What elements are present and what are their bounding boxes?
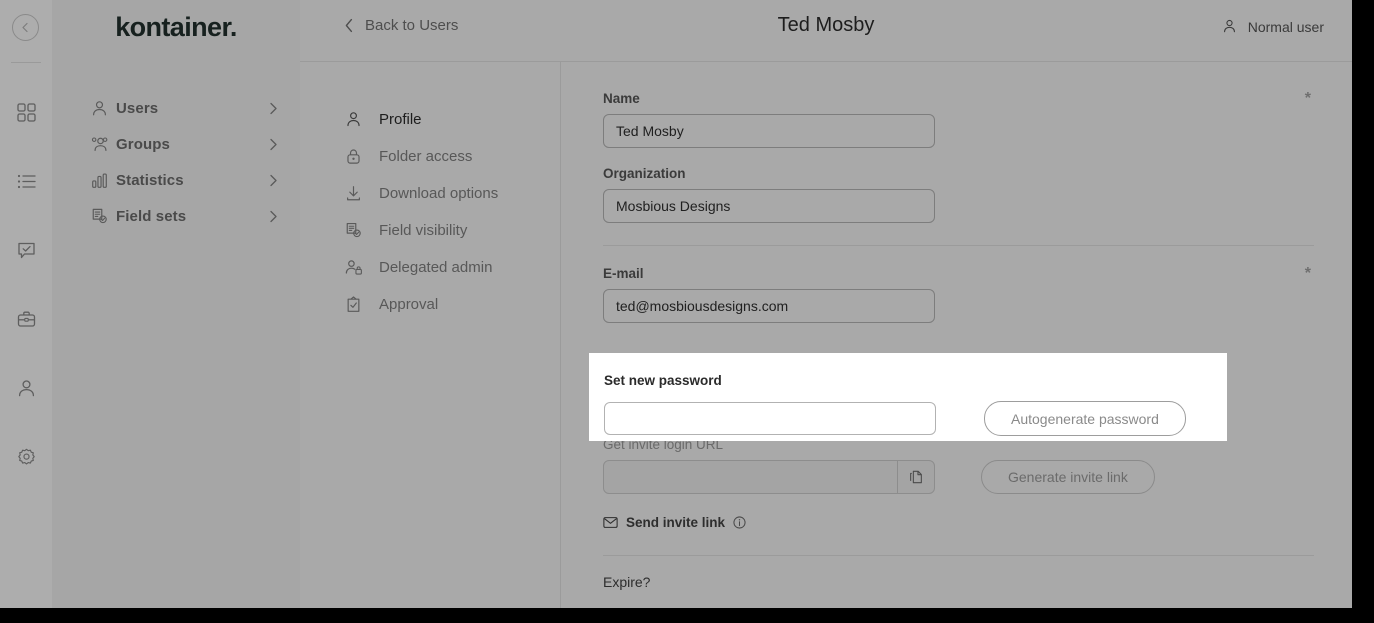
gear-icon — [16, 447, 37, 468]
subnav-item-label: Approval — [379, 296, 438, 313]
brand-logo: kontainer. — [52, 12, 300, 43]
lock-icon — [344, 147, 363, 166]
subnav-item-label: Profile — [379, 111, 422, 128]
subnav-item-label: Field visibility — [379, 222, 467, 239]
document-check-icon — [344, 221, 363, 240]
field-organization: Organization — [603, 166, 1313, 223]
section-divider — [603, 555, 1314, 556]
generate-invite-link-button[interactable]: Generate invite link — [981, 460, 1155, 494]
sidebar-item-label: Field sets — [116, 208, 269, 225]
briefcase-icon — [16, 309, 37, 330]
rail-item-settings[interactable] — [0, 423, 52, 492]
sidebar-item-users[interactable]: Users — [52, 90, 300, 126]
send-invite-link-row[interactable]: Send invite link — [603, 515, 1313, 530]
email-input[interactable] — [603, 289, 935, 323]
set-password-spotlight: Set new password Autogenerate password — [589, 353, 1227, 441]
invite-url-field — [603, 460, 935, 494]
subnav-item-label: Delegated admin — [379, 259, 492, 276]
subnav-item-download-options[interactable]: Download options — [300, 175, 560, 212]
chevron-right-icon — [269, 102, 278, 115]
invite-url-input[interactable] — [604, 461, 897, 493]
required-marker: * — [1305, 269, 1313, 279]
name-input[interactable] — [603, 114, 935, 148]
field-name: Name * — [603, 91, 1313, 148]
send-invite-link-label: Send invite link — [626, 515, 725, 530]
subnav-item-delegated-admin[interactable]: Delegated admin — [300, 249, 560, 286]
profile-form: Name * Organization E-mail * — [561, 61, 1352, 608]
field-label-text: E-mail — [603, 266, 644, 281]
icon-rail — [0, 0, 52, 608]
subnav-item-folder-access[interactable]: Folder access — [300, 138, 560, 175]
section-divider — [603, 245, 1314, 246]
autogenerate-password-button[interactable]: Autogenerate password — [984, 401, 1186, 436]
profile-subnav: Profile Folder access — [300, 61, 561, 608]
field-organization-label: Organization — [603, 166, 1313, 181]
rail-item-dashboard[interactable] — [0, 78, 52, 147]
chevron-right-icon — [269, 210, 278, 223]
download-icon — [344, 184, 363, 203]
app-window: kontainer. Users — [0, 0, 1352, 608]
sidebar-item-label: Groups — [116, 136, 269, 153]
people-icon — [90, 135, 116, 154]
document-check-icon — [90, 207, 116, 226]
subnav-item-label: Download options — [379, 185, 498, 202]
field-label-text: Name — [603, 91, 640, 106]
set-password-row: Autogenerate password — [604, 401, 1227, 436]
sidebar-item-label: Statistics — [116, 172, 269, 189]
field-email: E-mail * — [603, 266, 1313, 323]
invite-section: Get invite login URL Generate — [603, 437, 1313, 530]
invite-row: Generate invite link — [603, 460, 1313, 494]
person-lock-icon — [344, 258, 363, 277]
person-icon — [16, 378, 37, 399]
copy-icon — [908, 469, 924, 485]
bar-chart-icon — [90, 171, 116, 190]
person-icon — [344, 110, 363, 129]
page-title: Ted Mosby — [300, 14, 1352, 37]
chevron-right-icon — [269, 174, 278, 187]
sidebar-item-field-sets[interactable]: Field sets — [52, 198, 300, 234]
sidebar-nav: Users Groups — [52, 90, 300, 234]
sidebar-item-statistics[interactable]: Statistics — [52, 162, 300, 198]
field-email-label: E-mail * — [603, 266, 1313, 281]
subnav-item-label: Folder access — [379, 148, 472, 165]
rail-divider — [11, 62, 41, 63]
user-role-label: Normal user — [1248, 19, 1324, 35]
expire-label: Expire? — [603, 574, 1313, 590]
user-role-chip[interactable]: Normal user — [1221, 18, 1324, 35]
subnav-item-approval[interactable]: Approval — [300, 286, 560, 323]
field-label-text: Organization — [603, 166, 686, 181]
required-marker: * — [1305, 94, 1313, 104]
set-password-title: Set new password — [604, 373, 1227, 388]
subnav-item-profile[interactable]: Profile — [300, 101, 560, 138]
main-area: Back to Users Ted Mosby Normal user — [300, 0, 1352, 608]
chevron-left-icon — [20, 22, 31, 33]
sidebar-item-label: Users — [116, 100, 269, 117]
sidebar: kontainer. Users — [52, 0, 300, 608]
copy-invite-url-button[interactable] — [897, 461, 934, 493]
info-icon[interactable] — [733, 516, 746, 529]
sidebar-item-groups[interactable]: Groups — [52, 126, 300, 162]
top-bar: Back to Users Ted Mosby Normal user — [300, 0, 1352, 62]
chat-check-icon — [16, 240, 37, 261]
grid-icon — [16, 102, 37, 123]
collapse-sidebar-button[interactable] — [12, 14, 39, 41]
rail-item-approvals[interactable] — [0, 216, 52, 285]
list-icon — [16, 171, 37, 192]
person-icon — [90, 99, 116, 118]
new-password-input[interactable] — [604, 402, 936, 435]
rail-item-users[interactable] — [0, 354, 52, 423]
rail-item-lists[interactable] — [0, 147, 52, 216]
rail-item-portfolio[interactable] — [0, 285, 52, 354]
clipboard-check-icon — [344, 295, 363, 314]
subnav-item-field-visibility[interactable]: Field visibility — [300, 212, 560, 249]
organization-input[interactable] — [603, 189, 935, 223]
chevron-right-icon — [269, 138, 278, 151]
person-icon — [1221, 18, 1238, 35]
field-name-label: Name * — [603, 91, 1313, 106]
mail-icon — [603, 516, 618, 529]
